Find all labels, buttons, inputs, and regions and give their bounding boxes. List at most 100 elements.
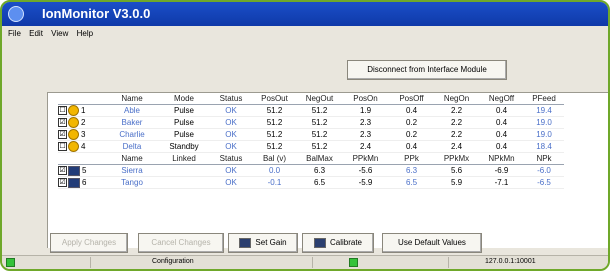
posoff-cell[interactable]: 0.2 bbox=[389, 116, 434, 129]
set-gain-label: Set Gain bbox=[255, 238, 287, 247]
column-header: PPk bbox=[389, 152, 434, 165]
npk-cell: -6.0 bbox=[524, 164, 564, 177]
posoff-cell[interactable]: 0.4 bbox=[389, 140, 434, 153]
negoff-cell[interactable]: 0.4 bbox=[479, 140, 524, 153]
mode-cell[interactable]: Standby bbox=[158, 140, 210, 153]
column-header: Mode bbox=[158, 93, 210, 105]
negon-cell[interactable]: 2.4 bbox=[434, 140, 479, 153]
posout-cell[interactable]: 51.2 bbox=[252, 116, 297, 129]
table-row[interactable]: ☐ 4 Delta Standby OK 51.2 51.2 2.4 0.4 2.… bbox=[58, 140, 564, 153]
column-header: PosOff bbox=[389, 93, 434, 105]
table-row[interactable]: ☑ 5 Sierra OK 0.0 6.3 -5.6 6.3 5.6 -6.9 -… bbox=[58, 164, 564, 177]
cancel-changes-button[interactable]: Cancel Changes bbox=[138, 233, 224, 253]
negoff-cell[interactable]: 0.4 bbox=[479, 128, 524, 141]
status-address: 127.0.0.1:10001 bbox=[485, 258, 536, 265]
set-gain-button[interactable]: Set Gain bbox=[228, 233, 298, 253]
pulse-tag-icon bbox=[68, 141, 79, 152]
mode-cell[interactable]: Pulse bbox=[158, 128, 210, 141]
row-controls: ☑ 5 bbox=[58, 164, 106, 177]
channel-name[interactable]: Sierra bbox=[106, 164, 158, 177]
column-header: Status bbox=[210, 152, 252, 165]
negoff-cell[interactable]: 0.4 bbox=[479, 116, 524, 129]
negout-cell[interactable]: 51.2 bbox=[297, 116, 342, 129]
negon-cell[interactable]: 2.2 bbox=[434, 128, 479, 141]
apply-changes-button[interactable]: Apply Changes bbox=[50, 233, 128, 253]
column-header: Linked bbox=[158, 152, 210, 165]
row-checkbox[interactable]: ☑ bbox=[58, 130, 67, 139]
table-row[interactable]: ☑ 3 Charlie Pulse OK 51.2 51.2 2.3 0.2 2.… bbox=[58, 128, 564, 141]
posout-cell[interactable]: 51.2 bbox=[252, 128, 297, 141]
negoff-cell[interactable]: 0.4 bbox=[479, 104, 524, 117]
negon-cell[interactable]: 2.2 bbox=[434, 116, 479, 129]
column-header: PPkMn bbox=[342, 152, 389, 165]
column-header: Name bbox=[106, 93, 158, 105]
row-checkbox[interactable]: ☐ bbox=[58, 106, 67, 115]
posout-cell[interactable]: 51.2 bbox=[252, 104, 297, 117]
poson-cell[interactable]: 2.3 bbox=[342, 116, 389, 129]
balmax-cell[interactable]: 6.5 bbox=[297, 176, 342, 189]
ppkmx-cell[interactable]: 5.6 bbox=[434, 164, 479, 177]
negon-cell[interactable]: 2.2 bbox=[434, 104, 479, 117]
connection-led-icon bbox=[6, 258, 15, 267]
channel-name[interactable]: Charlie bbox=[106, 128, 158, 141]
menu-edit[interactable]: Edit bbox=[29, 29, 43, 38]
calibrate-button[interactable]: Calibrate bbox=[302, 233, 374, 253]
row-number: 6 bbox=[82, 178, 87, 187]
app-icon bbox=[8, 6, 24, 22]
row-checkbox[interactable]: ☑ bbox=[58, 166, 67, 175]
column-header: Bal (v) bbox=[252, 152, 297, 165]
poson-cell[interactable]: 1.9 bbox=[342, 104, 389, 117]
poson-cell[interactable]: 2.4 bbox=[342, 140, 389, 153]
ppk-cell: 6.5 bbox=[389, 176, 434, 189]
mode-cell[interactable]: Pulse bbox=[158, 104, 210, 117]
status-section: Configuration bbox=[152, 258, 194, 265]
channel-name[interactable]: Delta bbox=[106, 140, 158, 153]
linked-cell[interactable] bbox=[158, 164, 210, 177]
balmax-cell[interactable]: 6.3 bbox=[297, 164, 342, 177]
posout-cell[interactable]: 51.2 bbox=[252, 140, 297, 153]
mode-cell[interactable]: Pulse bbox=[158, 116, 210, 129]
table-row[interactable]: ☑ 2 Baker Pulse OK 51.2 51.2 2.3 0.2 2.2 … bbox=[58, 116, 564, 129]
row-checkbox[interactable]: ☑ bbox=[58, 178, 67, 187]
menu-view[interactable]: View bbox=[51, 29, 68, 38]
monitor-icon bbox=[313, 237, 326, 248]
status-cell: OK bbox=[210, 116, 252, 129]
table-row[interactable]: ☐ 1 Able Pulse OK 51.2 51.2 1.9 0.4 2.2 0… bbox=[58, 104, 564, 117]
menu-bar: File Edit View Help bbox=[2, 26, 608, 42]
row-controls: ☐ 1 bbox=[58, 104, 106, 117]
npkmn-cell[interactable]: -6.9 bbox=[479, 164, 524, 177]
bal-cell: 0.0 bbox=[252, 164, 297, 177]
menu-help[interactable]: Help bbox=[77, 29, 93, 38]
npk-cell: -6.5 bbox=[524, 176, 564, 189]
negout-cell[interactable]: 51.2 bbox=[297, 128, 342, 141]
ppkmx-cell[interactable]: 5.9 bbox=[434, 176, 479, 189]
column-header bbox=[58, 152, 106, 165]
channel-name[interactable]: Tango bbox=[106, 176, 158, 189]
negout-cell[interactable]: 51.2 bbox=[297, 104, 342, 117]
ppkmn-cell[interactable]: -5.9 bbox=[342, 176, 389, 189]
status-divider bbox=[448, 257, 449, 268]
linked-cell[interactable] bbox=[158, 176, 210, 189]
pulse-tag-icon bbox=[68, 117, 79, 128]
row-checkbox[interactable]: ☐ bbox=[58, 142, 67, 151]
channel-name[interactable]: Baker bbox=[106, 116, 158, 129]
window-title: IonMonitor V3.0.0 bbox=[42, 6, 151, 21]
menu-file[interactable]: File bbox=[8, 29, 21, 38]
use-default-values-button[interactable]: Use Default Values bbox=[382, 233, 482, 253]
column-header: NegOff bbox=[479, 93, 524, 105]
poson-cell[interactable]: 2.3 bbox=[342, 128, 389, 141]
ppkmn-cell[interactable]: -5.6 bbox=[342, 164, 389, 177]
table-row[interactable]: ☑ 6 Tango OK -0.1 6.5 -5.9 6.5 5.9 -7.1 -… bbox=[58, 176, 564, 189]
negout-cell[interactable]: 51.2 bbox=[297, 140, 342, 153]
row-checkbox[interactable]: ☑ bbox=[58, 118, 67, 127]
posoff-cell[interactable]: 0.4 bbox=[389, 104, 434, 117]
row-controls: ☑ 3 bbox=[58, 128, 106, 141]
posoff-cell[interactable]: 0.2 bbox=[389, 128, 434, 141]
status-divider bbox=[312, 257, 313, 268]
bal-cell: -0.1 bbox=[252, 176, 297, 189]
channel-name[interactable]: Able bbox=[106, 104, 158, 117]
disconnect-button[interactable]: Disconnect from Interface Module bbox=[347, 60, 507, 80]
npkmn-cell[interactable]: -7.1 bbox=[479, 176, 524, 189]
column-header: NegOn bbox=[434, 93, 479, 105]
row-number: 4 bbox=[81, 142, 86, 151]
